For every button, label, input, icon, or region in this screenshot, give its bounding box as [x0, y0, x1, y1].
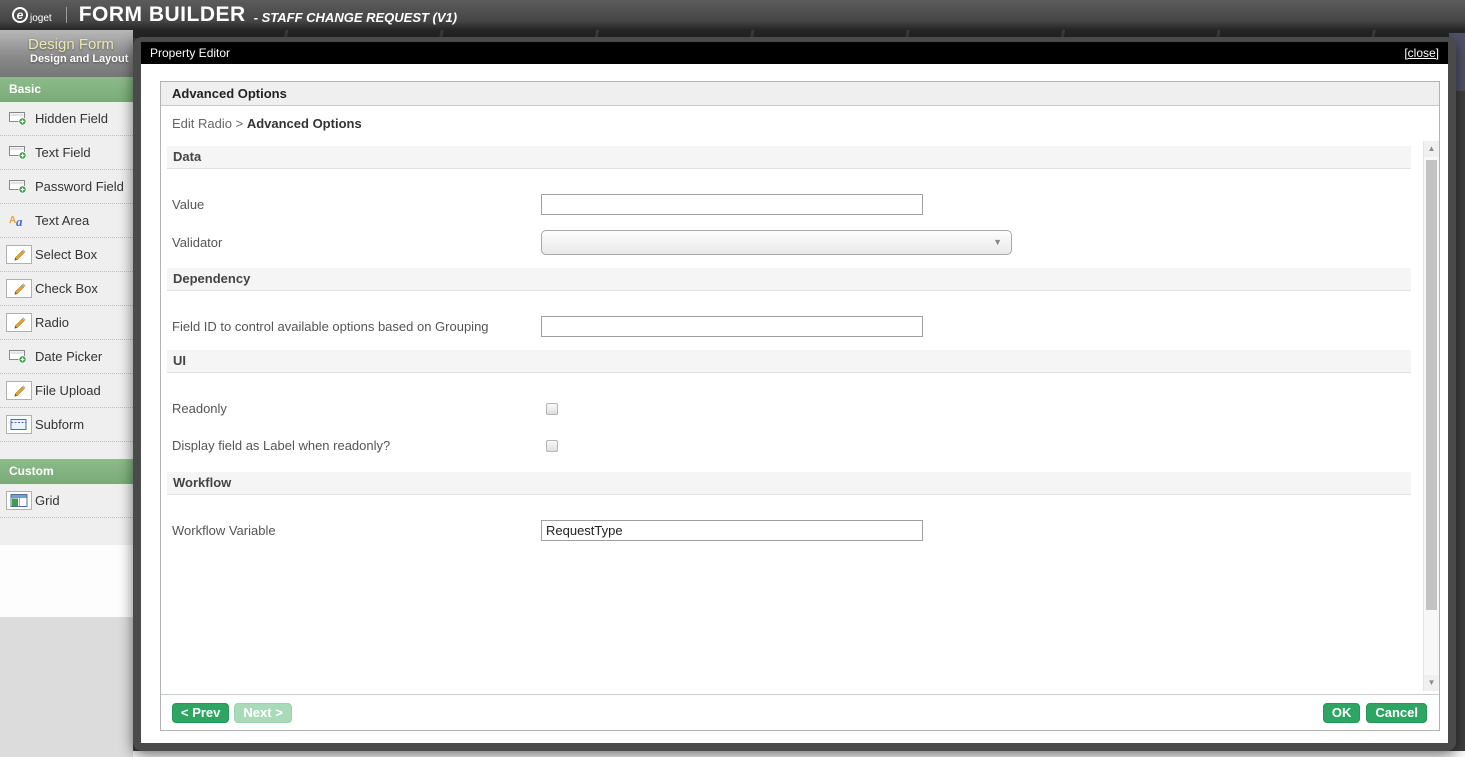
palette-section-basic: Basic: [0, 77, 133, 102]
app-title: FORM BUILDER: [78, 3, 246, 26]
section-header-ui: UI: [167, 350, 1411, 373]
textbox-add-icon: [6, 349, 32, 364]
palette-item-label: Grid: [35, 493, 60, 508]
property-editor-window: Property Editor [close] Advanced Options…: [141, 42, 1448, 743]
prev-button[interactable]: < Prev: [172, 703, 230, 723]
palette-item-date-picker[interactable]: Date Picker: [0, 340, 133, 374]
sidebar-header: Design Form Design and Layout: [0, 30, 133, 77]
field-label: Validator: [172, 235, 223, 250]
section-header-data: Data: [167, 146, 1411, 169]
textbox-add-icon: [6, 111, 32, 126]
textbox-add-icon: [6, 179, 32, 194]
field-row-validator: Validator ▼: [167, 230, 1411, 255]
field-row-value: Value: [167, 194, 1411, 215]
dialog-button-row: < Prev Next > OK Cancel: [161, 694, 1439, 730]
joget-logo-icon: e: [12, 7, 28, 23]
next-button[interactable]: Next >: [234, 703, 292, 723]
palette-tail: [0, 518, 133, 545]
palette-item-label: Subform: [35, 417, 85, 432]
element-palette: Basic Hidden Field Text Field Password F…: [0, 77, 133, 545]
palette-item-password-field[interactable]: Password Field: [0, 170, 133, 204]
close-link[interactable]: [close]: [1404, 46, 1439, 60]
divider: [65, 7, 67, 23]
palette-item-check-box[interactable]: Check Box: [0, 272, 133, 306]
palette-item-label: Hidden Field: [35, 111, 108, 126]
display-as-label-checkbox[interactable]: [546, 439, 558, 452]
modal-titlebar: Property Editor [close]: [141, 42, 1448, 64]
palette-item-radio[interactable]: Radio: [0, 306, 133, 340]
section-header-workflow: Workflow: [167, 472, 1411, 495]
grid-icon: [6, 491, 32, 510]
breadcrumb-current: Advanced Options: [246, 116, 362, 131]
breadcrumb-separator: >: [235, 116, 244, 131]
palette-section-custom: Custom: [0, 459, 133, 484]
page-background-gray: [0, 617, 133, 757]
scroll-down-icon[interactable]: ▼: [1424, 675, 1439, 691]
field-label: Field ID to control available options ba…: [172, 319, 489, 334]
palette-item-label: Date Picker: [35, 349, 103, 364]
palette-item-label: Text Field: [35, 145, 91, 160]
palette-gap: [0, 442, 133, 459]
palette-item-label: Radio: [35, 315, 69, 330]
palette-item-hidden-field[interactable]: Hidden Field: [0, 102, 133, 136]
sidebar: Design Form Design and Layout Basic Hidd…: [0, 30, 133, 757]
modal-title: Property Editor: [150, 46, 231, 60]
field-row-grouping-field-id: Field ID to control available options ba…: [167, 316, 1411, 337]
joget-logo: e joget: [12, 7, 52, 24]
pencil-icon: [6, 381, 32, 400]
palette-item-file-upload[interactable]: File Upload: [0, 374, 133, 408]
value-input[interactable]: [541, 194, 923, 215]
pencil-icon: [6, 313, 32, 332]
form-name-subtitle: - STAFF CHANGE REQUEST (V1): [253, 9, 458, 25]
palette-item-grid[interactable]: Grid: [0, 484, 133, 518]
validator-select[interactable]: ▼: [541, 230, 1012, 255]
svg-text:a: a: [16, 214, 23, 229]
palette-item-text-area[interactable]: Aa Text Area: [0, 204, 133, 238]
field-label: Value: [172, 197, 205, 212]
field-label: Readonly: [172, 401, 227, 416]
joget-logo-text: joget: [30, 13, 52, 24]
property-editor-dialog: Property Editor [close] Advanced Options…: [133, 37, 1456, 751]
palette-item-label: Select Box: [35, 247, 98, 262]
palette-item-label: Password Field: [35, 179, 124, 194]
subform-icon: [6, 415, 32, 434]
pencil-icon: [6, 279, 32, 298]
field-label: Workflow Variable: [172, 523, 276, 538]
chevron-down-icon: ▼: [993, 237, 1002, 247]
breadcrumb: Edit Radio > Advanced Options: [161, 106, 1439, 132]
properties-scroll-area: Data Value Validator ▼ Dependency Field …: [161, 132, 1439, 730]
field-row-workflow-variable: Workflow Variable: [167, 520, 1411, 541]
palette-item-text-field[interactable]: Text Field: [0, 136, 133, 170]
modal-body: Advanced Options Edit Radio > Advanced O…: [141, 64, 1448, 743]
palette-item-label: File Upload: [35, 383, 101, 398]
field-label: Display field as Label when readonly?: [172, 438, 391, 453]
pencil-icon: [6, 245, 32, 264]
page-title: Advanced Options: [161, 82, 1439, 106]
sidebar-subtitle: Design and Layout: [30, 53, 129, 65]
cancel-button[interactable]: Cancel: [1366, 703, 1427, 723]
sidebar-title: Design Form: [28, 36, 114, 53]
breadcrumb-parent[interactable]: Edit Radio: [172, 116, 232, 131]
field-row-display-as-label: Display field as Label when readonly?: [167, 438, 1411, 453]
page-background-white: [0, 545, 133, 617]
ok-button[interactable]: OK: [1322, 703, 1361, 723]
page-bottom-strip: [133, 751, 1465, 757]
palette-item-select-box[interactable]: Select Box: [0, 238, 133, 272]
scroll-up-icon[interactable]: ▲: [1424, 141, 1439, 157]
section-header-dependency: Dependency: [167, 268, 1411, 291]
grouping-field-id-input[interactable]: [541, 316, 923, 337]
topbar: e joget FORM BUILDER - STAFF CHANGE REQU…: [0, 0, 1465, 30]
field-row-readonly: Readonly: [167, 401, 1411, 416]
textarea-icon: Aa: [6, 212, 32, 229]
readonly-checkbox[interactable]: [546, 402, 558, 415]
property-editor-content: Advanced Options Edit Radio > Advanced O…: [160, 81, 1440, 731]
palette-item-subform[interactable]: Subform: [0, 408, 133, 442]
scrollbar-thumb[interactable]: [1426, 160, 1437, 610]
textbox-add-icon: [6, 145, 32, 160]
palette-item-label: Check Box: [35, 281, 98, 296]
palette-item-label: Text Area: [35, 213, 90, 228]
scrollbar[interactable]: ▲ ▼: [1423, 141, 1439, 691]
workflow-variable-input[interactable]: [541, 520, 923, 541]
